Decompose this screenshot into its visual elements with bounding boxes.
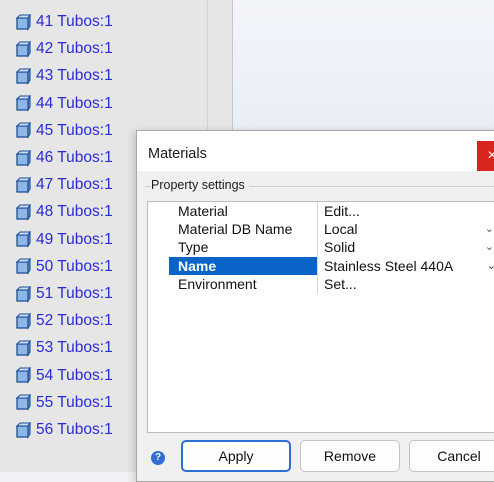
tree-item-label: 50 Tubos:1 xyxy=(36,257,113,275)
tree-item[interactable]: 48 Tubos:1 xyxy=(14,201,113,223)
tree-item-label: 56 Tubos:1 xyxy=(36,421,113,438)
chevron-down-icon[interactable]: ⌄ xyxy=(487,257,494,275)
tree-item-label: 43 Tubos:1 xyxy=(36,67,113,85)
tree-item-label: 44 Tubos:1 xyxy=(36,94,113,112)
tree-item-label: 45 Tubos:1 xyxy=(36,121,113,139)
chevron-down-icon[interactable]: ⌄ xyxy=(485,238,494,256)
dialog-body: Property settings Material Edit... Materia… xyxy=(137,171,494,481)
tree-item[interactable]: 42 Tubos:1 xyxy=(14,38,113,60)
tree-item-label: 51 Tubos:1 xyxy=(36,285,113,302)
tree-item[interactable]: 56 Tubos:1 xyxy=(14,419,113,441)
tree-item[interactable]: 50 Tubos:1 xyxy=(14,256,113,278)
property-value[interactable]: Local xyxy=(319,220,494,238)
close-icon: × xyxy=(487,147,494,164)
part-cube-icon xyxy=(15,394,31,412)
property-settings-label: Property settings xyxy=(151,178,249,192)
part-cube-icon xyxy=(15,367,31,384)
tree-item-label: 48 Tubos:1 xyxy=(36,203,113,221)
tree-item-label: 41 Tubos:1 xyxy=(36,13,113,30)
tree-item-label: 55 Tubos:1 xyxy=(36,393,113,411)
property-name: Type xyxy=(178,239,209,256)
dialog-titlebar[interactable]: Materials × xyxy=(137,131,494,171)
tree-item-label: 42 Tubos:1 xyxy=(36,40,113,58)
tree-item-label: 49 Tubos:1 xyxy=(36,230,113,248)
part-cube-icon xyxy=(15,258,31,276)
part-cube-icon xyxy=(15,40,31,58)
tree-item[interactable]: 53 Tubos:1 xyxy=(14,337,113,359)
part-cube-icon xyxy=(15,203,31,221)
tree-item[interactable]: 55 Tubos:1 xyxy=(14,392,113,414)
property-grid: Material Edit... Material DB Name Local ⌄ Typ… xyxy=(147,201,494,433)
property-row[interactable]: Material DB Name Local ⌄ xyxy=(148,220,494,239)
graphics-workspace[interactable] xyxy=(233,0,494,130)
part-cube-icon xyxy=(15,13,31,31)
cancel-button[interactable]: Cancel xyxy=(409,440,494,472)
part-cube-icon xyxy=(15,149,31,167)
property-value[interactable]: Set... xyxy=(319,275,494,293)
help-icon[interactable]: ? xyxy=(151,451,165,465)
tree-item[interactable]: 45 Tubos:1 xyxy=(14,120,113,142)
tree-item[interactable]: 44 Tubos:1 xyxy=(14,93,113,115)
remove-button[interactable]: Remove xyxy=(300,440,400,472)
row-gutter xyxy=(148,274,168,293)
part-cube-icon xyxy=(15,95,31,112)
row-gutter xyxy=(148,202,168,220)
property-row[interactable]: Material Edit... xyxy=(148,202,494,220)
property-row[interactable]: Type Solid ⌄ xyxy=(148,238,494,257)
tree-item[interactable]: 51 Tubos:1 xyxy=(14,283,113,305)
chevron-down-icon[interactable]: ⌄ xyxy=(485,220,494,238)
tree-item-label: 46 Tubos:1 xyxy=(36,149,113,166)
part-cube-icon xyxy=(15,312,31,330)
property-value[interactable]: Solid xyxy=(319,238,494,256)
tree-item-label: 52 Tubos:1 xyxy=(36,312,113,330)
property-row[interactable]: Name Stainless Steel 440A ⌄ xyxy=(148,256,494,275)
dialog-title: Materials xyxy=(148,146,207,162)
tree-item[interactable]: 49 Tubos:1 xyxy=(14,229,113,251)
property-value[interactable]: Stainless Steel 440A xyxy=(319,257,494,275)
row-gutter xyxy=(148,220,168,239)
tree-item[interactable]: 46 Tubos:1 xyxy=(14,147,113,169)
part-cube-icon xyxy=(15,285,31,303)
part-cube-icon xyxy=(15,231,31,248)
tree-item-label: 54 Tubos:1 xyxy=(36,366,113,384)
tree-item[interactable]: 43 Tubos:1 xyxy=(14,65,113,87)
property-value[interactable]: Edit... xyxy=(319,202,494,220)
property-row[interactable]: Environment Set... xyxy=(148,274,494,293)
part-cube-icon xyxy=(15,67,31,85)
tree-item[interactable]: 54 Tubos:1 xyxy=(14,365,113,387)
part-cube-icon xyxy=(15,339,31,357)
part-cube-icon xyxy=(15,421,31,439)
property-name: Environment xyxy=(178,275,257,292)
property-name: Material xyxy=(178,203,228,219)
apply-button[interactable]: Apply xyxy=(181,440,291,472)
part-cube-icon xyxy=(15,122,31,140)
row-gutter xyxy=(148,238,168,257)
tree-item-label: 47 Tubos:1 xyxy=(36,176,113,194)
tree-item[interactable]: 41 Tubos:1 xyxy=(14,11,113,33)
property-name: Name xyxy=(169,256,317,275)
tree-item[interactable]: 52 Tubos:1 xyxy=(14,310,113,332)
tree-item[interactable]: 47 Tubos:1 xyxy=(14,174,113,196)
materials-dialog: Materials × Property settings Material Ed… xyxy=(136,130,494,482)
property-name: Material DB Name xyxy=(178,221,293,238)
tree-item-label: 53 Tubos:1 xyxy=(36,339,113,357)
part-cube-icon xyxy=(15,176,31,194)
row-gutter xyxy=(148,256,168,275)
close-button[interactable]: × xyxy=(477,141,494,171)
